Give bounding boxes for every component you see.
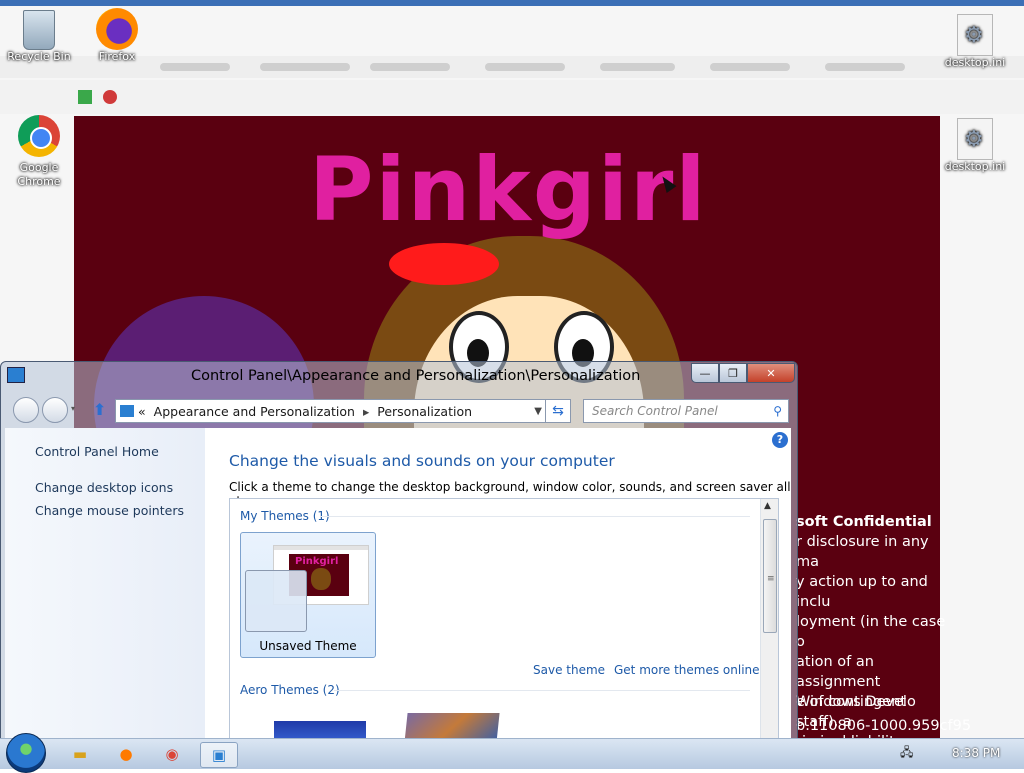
close-button[interactable]: ✕ <box>747 363 795 383</box>
taskbar-clock[interactable]: 8:38 PM <box>952 746 1000 760</box>
desktop-icon-google-chrome[interactable]: Google Chrome <box>4 115 74 189</box>
confidential-line: r disclosure in any ma <box>796 534 929 570</box>
search-icon[interactable]: ⚲ <box>773 404 788 418</box>
taskbar-chrome-button[interactable]: ◉ <box>154 742 190 766</box>
address-dropdown-icon[interactable]: ▼ <box>530 406 546 417</box>
network-tray-icon[interactable]: 🖧 <box>900 743 913 764</box>
control-panel-home-link[interactable]: Control Panel Home <box>35 444 159 459</box>
confidential-line: loyment (in the case o <box>796 614 946 650</box>
breadcrumb-overflow[interactable]: « <box>134 404 150 419</box>
breadcrumb-separator-icon[interactable]: ▸ <box>359 404 373 419</box>
desktop-icon-desktop-ini[interactable]: desktop.ini <box>940 12 1010 69</box>
browser-tab[interactable] <box>260 63 350 71</box>
theme-name-label: Unsaved Theme <box>259 639 357 653</box>
settings-file-icon <box>957 14 993 56</box>
window-title: Control Panel\Appearance and Personaliza… <box>191 368 641 384</box>
thumbnail-title: Pinkgirl <box>295 556 339 567</box>
up-arrow-icon[interactable]: ⬆ <box>93 400 109 419</box>
left-navigation-pane: Control Panel Home Change desktop icons … <box>5 428 205 739</box>
breadcrumb-appearance[interactable]: Appearance and Personalization <box>150 404 359 419</box>
caption-buttons: — ❐ ✕ <box>691 363 795 383</box>
firefox-icon <box>96 8 138 50</box>
browser-tab[interactable] <box>370 63 450 71</box>
start-button[interactable] <box>6 733 46 773</box>
window-title-bar[interactable]: Control Panel\Appearance and Personaliza… <box>1 362 797 390</box>
extension-icon[interactable] <box>103 90 117 104</box>
change-mouse-pointers-link[interactable]: Change mouse pointers <box>35 503 184 518</box>
aero-theme-thumbnail[interactable] <box>404 713 500 739</box>
desktop-icon-firefox[interactable]: Firefox <box>82 8 152 63</box>
get-more-themes-link[interactable]: Get more themes online <box>614 663 760 677</box>
browser-tab[interactable] <box>710 63 790 71</box>
maximize-button[interactable]: ❐ <box>719 363 747 383</box>
desktop-icon-label: Recycle Bin <box>7 50 71 63</box>
confidential-heading: soft Confidential <box>796 514 932 530</box>
scrollbar-thumb[interactable]: ≡ <box>763 519 777 633</box>
browser-tab[interactable] <box>160 63 230 71</box>
desktop-icon-label: Google Chrome <box>17 161 61 188</box>
minimize-button[interactable]: — <box>691 363 719 383</box>
desktop-icon-label: Firefox <box>98 50 136 63</box>
aero-themes-group-label: Aero Themes (2) <box>240 683 340 697</box>
forward-button[interactable] <box>42 397 68 423</box>
browser-tab[interactable] <box>600 63 675 71</box>
theme-list: My Themes (1) Pinkgirl Unsaved Theme Sav… <box>229 498 779 739</box>
desktop-icon-recycle-bin[interactable]: Recycle Bin <box>4 8 74 63</box>
desktop-icon-label: desktop.ini <box>944 56 1006 69</box>
browser-toolbar <box>0 80 1024 114</box>
control-panel-icon: ▣ <box>211 746 227 764</box>
vertical-scrollbar[interactable]: ▲ ≡ <box>760 499 778 739</box>
red-bow-shape <box>389 243 499 285</box>
browser-tab[interactable] <box>485 63 565 71</box>
control-panel-small-icon <box>120 405 134 417</box>
confidential-line: ation of an assignment <box>796 654 881 690</box>
chrome-icon: ◉ <box>165 745 179 763</box>
back-button[interactable] <box>13 397 39 423</box>
browser-top-bar <box>0 0 1024 6</box>
save-theme-link[interactable]: Save theme <box>533 663 605 677</box>
window-content: Control Panel Home Change desktop icons … <box>5 428 791 739</box>
build-number-text: b.110806-1000.959cf95 <box>796 718 972 734</box>
chrome-icon <box>18 115 60 157</box>
control-panel-icon <box>7 367 25 383</box>
confidential-line: y action up to and inclu <box>796 574 928 610</box>
breadcrumb-personalization[interactable]: Personalization <box>373 404 476 419</box>
taskbar: ▬ ● ◉ ▣ 🖧 8:38 PM <box>0 733 1024 773</box>
scrollbar-grip-icon: ≡ <box>767 574 775 584</box>
folder-icon: ▬ <box>72 745 88 763</box>
settings-file-icon <box>957 118 993 160</box>
desktop-icon-label: desktop.ini <box>944 160 1006 173</box>
confidential-watermark: soft Confidential r disclosure in any ma… <box>796 512 946 752</box>
desktop-icon-desktop-ini[interactable]: desktop.ini <box>940 116 1010 173</box>
refresh-button[interactable]: ⇆ <box>545 399 571 423</box>
thumbnail-girl-shape <box>311 568 331 590</box>
page-heading: Change the visuals and sounds on your co… <box>229 452 615 470</box>
window-color-preview <box>245 570 307 632</box>
personalization-window: Control Panel\Appearance and Personaliza… <box>0 361 798 740</box>
refresh-icon: ⇆ <box>552 403 564 419</box>
address-bar[interactable]: « Appearance and Personalization ▸ Perso… <box>115 399 547 423</box>
group-divider <box>320 516 750 517</box>
taskbar-explorer-button[interactable]: ▬ <box>62 742 98 766</box>
scroll-up-arrow-icon[interactable]: ▲ <box>764 501 771 511</box>
windows-version-text: Windows Develo <box>796 694 916 710</box>
change-desktop-icons-link[interactable]: Change desktop icons <box>35 480 173 495</box>
firefox-icon: ● <box>119 745 133 763</box>
search-input[interactable]: Search Control Panel ⚲ <box>583 399 789 423</box>
wallpaper-title: Pinkgirl <box>309 138 708 241</box>
browser-tab[interactable] <box>825 63 905 71</box>
search-placeholder: Search Control Panel <box>592 404 718 418</box>
recycle-bin-icon <box>23 10 55 50</box>
taskbar-firefox-button[interactable]: ● <box>108 742 144 766</box>
recent-pages-chevron-icon[interactable]: ▾ <box>71 404 75 413</box>
unsaved-theme-tile[interactable]: Pinkgirl Unsaved Theme <box>240 532 376 658</box>
taskbar-control-panel-button[interactable]: ▣ <box>200 742 238 768</box>
group-divider <box>334 690 750 691</box>
my-themes-group-label: My Themes (1) <box>240 509 330 523</box>
extension-icon[interactable] <box>78 90 92 104</box>
help-icon[interactable]: ? <box>772 432 788 448</box>
